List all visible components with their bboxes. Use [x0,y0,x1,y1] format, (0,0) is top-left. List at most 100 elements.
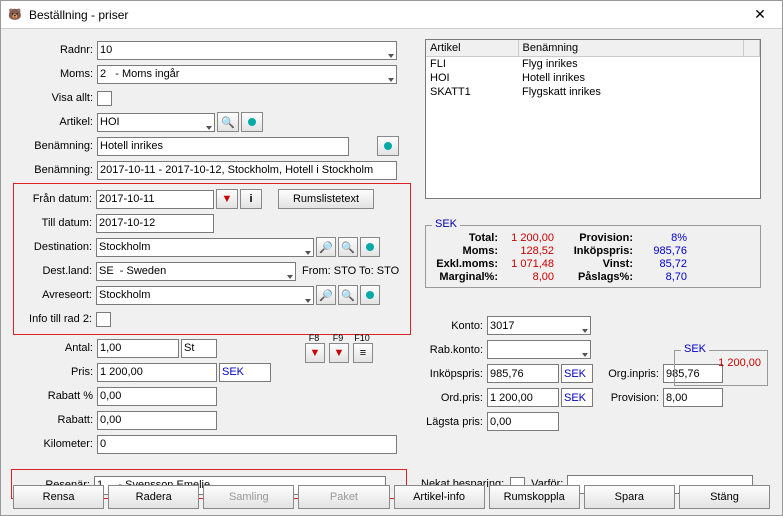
pris-input[interactable] [97,363,217,382]
moms-select[interactable] [97,65,397,84]
rabkonto-input[interactable] [487,340,591,359]
label-dest-land: Dest.land: [14,265,96,277]
arrow-down-icon: ▼ [334,347,345,359]
table-row: SKATT1Flygskatt inrikes [426,85,760,99]
from-to-label: From: STO To: STO [302,265,399,277]
dot-icon [248,118,256,126]
fran-datum-input[interactable] [96,190,214,209]
till-datum-input[interactable] [96,214,214,233]
label-avreseort: Avreseort: [14,289,96,301]
label-lagsta: Lägsta pris: [425,416,487,428]
label-ordpris: Ord.pris: [425,392,487,404]
artikel-info-button[interactable]: Artikel-info [394,485,485,509]
col-benamning[interactable]: Benämning [518,40,744,57]
prov-label: Provision: [562,232,637,244]
stang-button[interactable]: Stäng [679,485,770,509]
label-radnr: Radnr: [15,44,97,56]
artikel-search-button[interactable]: 🔍 [217,112,239,132]
destination-input[interactable] [96,238,314,257]
dest-dot-button[interactable] [360,237,380,257]
kilometer-input[interactable] [97,435,397,454]
table-row: HOIHotell inrikes [426,71,760,85]
date-down-button[interactable]: ▼ [216,189,238,209]
label-till-datum: Till datum: [14,217,96,229]
label-antal: Antal: [15,342,97,354]
binoculars-icon: 🔍 [341,241,355,254]
sek-box: SEK 1 200,00 [674,350,768,386]
label-info-rad2: Info till rad 2: [14,313,96,325]
antal-input[interactable] [97,339,179,358]
artikel-input[interactable] [97,113,215,132]
rabatt-input[interactable] [97,411,217,430]
avr-search-button[interactable]: 🔍 [338,285,358,305]
avr-dot-button[interactable] [360,285,380,305]
prov-value: 8% [637,232,687,244]
label-pris: Pris: [15,366,97,378]
dest-land-select[interactable] [96,262,296,281]
table-row: FLIFlyg inrikes [426,57,760,72]
arrow-down-icon: ▼ [310,347,321,359]
avreseort-input[interactable] [96,286,314,305]
rumskoppla-button[interactable]: Rumskoppla [489,485,580,509]
info-rad2-checkbox[interactable] [96,312,111,327]
inkopspris-input[interactable] [487,364,559,383]
col-empty [744,40,760,57]
inkop-label: Inköpspris: [562,245,637,257]
totals-box: SEK Total: 1 200,00 Provision: 8% Moms: … [425,225,761,288]
label-destination: Destination: [14,241,96,253]
label-inkopspris: Inköpspris: [425,368,487,380]
avr-find-button[interactable]: 🔎 [316,285,336,305]
label-moms: Moms: [15,68,97,80]
artikel-dot-button[interactable] [241,112,263,132]
marg-value: 8,00 [502,271,562,283]
rumslistetext-button[interactable]: Rumslistetext [278,189,374,209]
binoculars-icon: 🔍 [221,116,235,129]
titlebar: 🐻 Beställning - priser ✕ [1,1,782,29]
vinst-value: 85,72 [637,258,687,270]
binoculars-icon: 🔍 [341,289,355,302]
lagsta-pris-input[interactable] [487,412,559,431]
inkop-value: 985,76 [637,245,687,257]
paslag-label: Påslags%: [562,271,637,283]
f8-button[interactable]: ▼ [305,343,325,363]
article-list[interactable]: Artikel Benämning FLIFlyg inrikes HOIHot… [425,39,761,199]
date-destination-group: Från datum: ▼ i Rumslistetext Till datum… [13,183,411,335]
exkl-value: 1 071,48 [502,258,562,270]
konto-input[interactable] [487,316,591,335]
spara-button[interactable]: Spara [584,485,675,509]
left-column: Radnr: Moms: Visa allt: Artikel: 🔍 Benäm… [15,39,411,457]
label-rabatt: Rabatt: [15,414,97,426]
date-info-button[interactable]: i [240,189,262,209]
radera-button[interactable]: Radera [108,485,199,509]
f10-button[interactable]: ≡ [353,343,373,363]
dest-find-button[interactable]: 🔎 [316,237,336,257]
dot-icon [366,243,374,251]
ordpris-input[interactable] [487,388,559,407]
benamning1-dot-button[interactable] [377,136,399,156]
app-icon: 🐻 [7,7,23,23]
provision-input[interactable] [663,388,723,407]
f9-button[interactable]: ▼ [329,343,349,363]
paket-button: Paket [298,485,389,509]
close-button[interactable]: ✕ [738,1,782,29]
benamning2-input[interactable] [97,161,397,180]
vinst-label: Vinst: [562,258,637,270]
rensa-button[interactable]: Rensa [13,485,104,509]
moms-value: 128,52 [502,245,562,257]
moms-label: Moms: [434,245,502,257]
label-rabatt-pct: Rabatt % [15,390,97,402]
col-artikel[interactable]: Artikel [426,40,518,57]
ordpris-sek-field [561,388,593,407]
dest-search-button[interactable]: 🔍 [338,237,358,257]
benamning1-input[interactable] [97,137,349,156]
rabatt-pct-input[interactable] [97,387,217,406]
radnr-input[interactable] [97,41,397,60]
total-value: 1 200,00 [502,232,562,244]
label-benamning1: Benämning: [15,140,97,152]
label-provision: Provision: [601,392,663,404]
pris-sek-field [219,363,271,382]
visa-allt-checkbox[interactable] [97,91,112,106]
info-icon: i [249,193,252,205]
samling-button: Samling [203,485,294,509]
sek-legend: SEK [681,343,709,355]
